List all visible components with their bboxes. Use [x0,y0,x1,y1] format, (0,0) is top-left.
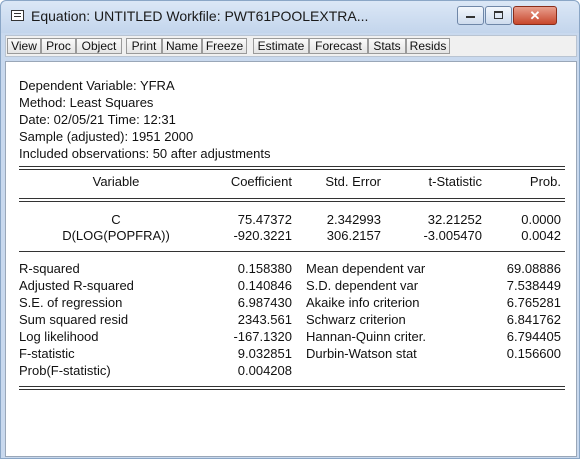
stat-label: Mean dependent var [306,261,426,276]
maximize-button[interactable] [485,6,512,25]
equation-window: Equation: UNTITLED Workfile: PWT61POOLEX… [0,0,580,459]
stat-label: Prob(F-statistic) [19,363,111,378]
stats-button[interactable]: Stats [368,38,406,54]
stat-value: -167.1320 [233,329,292,344]
date-time: Date: 02/05/21 Time: 12:31 [19,112,176,127]
std-error-value: 2.342993 [326,212,381,227]
window-title: Equation: UNTITLED Workfile: PWT61POOLEX… [31,8,369,24]
title-bar[interactable]: Equation: UNTITLED Workfile: PWT61POOLEX… [1,1,579,33]
stat-value: 0.004208 [237,363,292,378]
prob-value: 0.0000 [521,212,561,227]
toolbar: View Proc Object Print Name Freeze Estim… [5,35,577,57]
object-button[interactable]: Object [76,38,122,54]
estimate-button[interactable]: Estimate [253,38,309,54]
col-header-std-error: Std. Error [325,174,381,189]
stat-value: 0.156600 [506,346,561,361]
stat-value: 69.08886 [506,261,561,276]
included-observations: Included observations: 50 after adjustme… [19,146,271,161]
dependent-variable: Dependent Variable: YFRA [19,78,175,93]
table-separator [19,251,565,252]
method: Method: Least Squares [19,95,154,110]
stat-label: S.E. of regression [19,295,123,310]
stat-label: S.D. dependent var [306,278,419,293]
stat-label: Log likelihood [19,329,99,344]
view-button[interactable]: View [7,38,41,54]
coefficient-value: 75.47372 [237,212,292,227]
stat-value: 6.794405 [506,329,561,344]
stat-label: Durbin-Watson stat [306,346,417,361]
col-header-coefficient: Coefficient [230,174,292,189]
stat-label: F-statistic [19,346,75,361]
table-bottom-rule [19,386,565,390]
t-statistic-value: -3.005470 [423,228,482,243]
stat-label: R-squared [19,261,80,276]
forecast-button[interactable]: Forecast [309,38,368,54]
estimation-output[interactable]: Dependent Variable: YFRA Method: Least S… [5,61,577,457]
close-button[interactable]: ✕ [513,6,557,25]
stat-label: Schwarz criterion [306,312,406,327]
stat-label: Hannan-Quinn criter. [306,329,426,344]
print-button[interactable]: Print [126,38,162,54]
stat-value: 6.765281 [506,295,561,310]
name-button[interactable]: Name [162,38,202,54]
std-error-value: 306.2157 [326,228,381,243]
col-header-t-statistic: t-Statistic [428,174,482,189]
stat-value: 0.140846 [237,278,292,293]
table-top-rule [19,166,565,170]
sample: Sample (adjusted): 1951 2000 [19,129,194,144]
stat-value: 6.841762 [506,312,561,327]
col-header-prob: Prob. [529,174,561,189]
t-statistic-value: 32.21252 [427,212,482,227]
stat-label: Sum squared resid [19,312,129,327]
coefficient-value: -920.3221 [233,228,292,243]
freeze-button[interactable]: Freeze [202,38,247,54]
stat-label: Adjusted R-squared [19,278,134,293]
table-header-rule [19,198,565,202]
prob-value: 0.0042 [521,228,561,243]
minimize-button[interactable] [457,6,484,25]
stat-value: 6.987430 [237,295,292,310]
close-icon: ✕ [529,8,541,23]
maximize-icon [494,11,503,19]
col-header-variable: Variable [92,174,140,189]
variable-name: D(LOG(POPFRA)) [62,228,170,243]
resids-button[interactable]: Resids [406,38,450,54]
stat-value: 7.538449 [506,278,561,293]
stat-value: 0.158380 [237,261,292,276]
variable-name: C [111,212,121,227]
equation-window-icon[interactable] [11,10,24,21]
stat-label: Akaike info criterion [306,295,420,310]
proc-button[interactable]: Proc [41,38,76,54]
stat-value: 2343.561 [237,312,292,327]
stat-value: 9.032851 [237,346,292,361]
minimize-icon [466,16,475,18]
